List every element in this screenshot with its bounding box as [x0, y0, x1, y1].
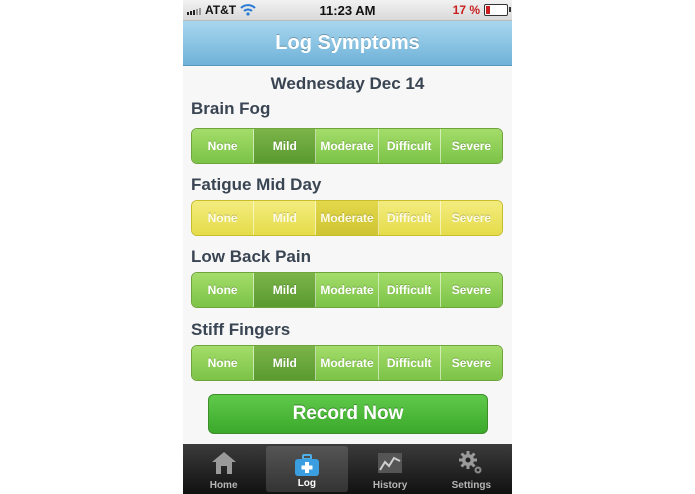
- page-title: Log Symptoms: [275, 32, 420, 54]
- severity-option-moderate[interactable]: Moderate: [316, 201, 379, 235]
- severity-option-difficult[interactable]: Difficult: [378, 273, 441, 307]
- tab-label: Settings: [451, 480, 492, 491]
- severity-option-moderate[interactable]: Moderate: [316, 129, 379, 163]
- severity-segmented-control: None Mild Moderate Difficult Severe: [191, 200, 503, 236]
- severity-option-severe[interactable]: Severe: [440, 346, 502, 380]
- severity-option-none[interactable]: None: [192, 129, 255, 163]
- phone-screen: AT&T 11:23 AM 17 % Log Symptoms Wednesda…: [183, 0, 512, 494]
- severity-segmented-control: None Mild Moderate Difficult Severe: [191, 345, 503, 381]
- severity-option-moderate[interactable]: Moderate: [316, 346, 379, 380]
- home-icon: [210, 450, 238, 479]
- date-label: Wednesday Dec 14: [270, 74, 425, 93]
- severity-segmented-control: None Mild Moderate Difficult Severe: [191, 128, 503, 164]
- severity-option-severe[interactable]: Severe: [440, 201, 502, 235]
- navigation-bar: Log Symptoms: [183, 21, 512, 66]
- severity-option-difficult[interactable]: Difficult: [378, 129, 441, 163]
- status-bar: AT&T 11:23 AM 17 %: [183, 0, 512, 21]
- symptom-title: Fatigue Mid Day: [191, 175, 322, 194]
- severity-option-mild[interactable]: Mild: [254, 129, 317, 163]
- tab-settings[interactable]: Settings: [431, 444, 512, 494]
- tab-home[interactable]: Home: [183, 444, 264, 494]
- tab-label: Home: [209, 480, 238, 491]
- severity-option-difficult[interactable]: Difficult: [378, 346, 441, 380]
- gear-icon: [457, 450, 485, 479]
- chart-icon: [376, 450, 404, 479]
- severity-option-mild[interactable]: Mild: [254, 273, 317, 307]
- severity-segmented-control: None Mild Moderate Difficult Severe: [191, 272, 503, 308]
- tab-label: History: [372, 480, 408, 491]
- symptom-title: Low Back Pain: [191, 247, 311, 266]
- tab-label: Log: [297, 478, 317, 489]
- severity-option-mild[interactable]: Mild: [254, 346, 317, 380]
- record-now-button[interactable]: Record Now: [208, 394, 488, 434]
- severity-option-none[interactable]: None: [192, 273, 255, 307]
- battery-icon: [484, 4, 511, 16]
- severity-option-mild[interactable]: Mild: [254, 201, 317, 235]
- tab-history[interactable]: History: [350, 444, 431, 494]
- severity-option-severe[interactable]: Severe: [440, 129, 502, 163]
- symptom-title: Stiff Fingers: [191, 320, 291, 339]
- severity-option-difficult[interactable]: Difficult: [378, 201, 441, 235]
- severity-option-none[interactable]: None: [192, 201, 255, 235]
- symptom-title: Brain Fog: [191, 99, 271, 118]
- medical-kit-icon: [293, 452, 321, 481]
- status-right: 17 %: [452, 3, 511, 17]
- tab-bar: Home Log History Settings: [183, 444, 512, 494]
- battery-percentage: 17 %: [452, 3, 480, 17]
- tab-log[interactable]: Log: [266, 446, 348, 492]
- battery-level-fill: [486, 6, 490, 14]
- severity-option-moderate[interactable]: Moderate: [316, 273, 379, 307]
- severity-option-severe[interactable]: Severe: [440, 273, 502, 307]
- severity-option-none[interactable]: None: [192, 346, 255, 380]
